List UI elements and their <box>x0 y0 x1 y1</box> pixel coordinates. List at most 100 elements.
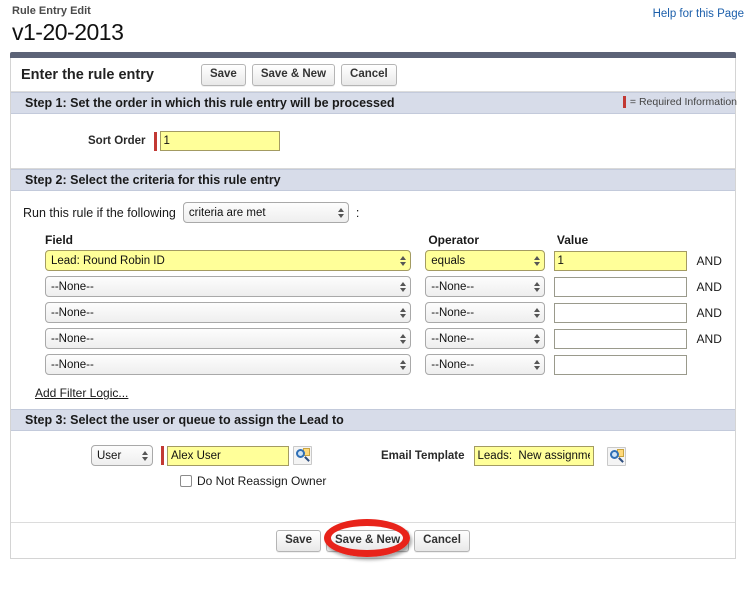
run-rule-colon: : <box>355 205 360 220</box>
criteria-field-value-2: --None-- <box>51 280 94 293</box>
cancel-button-bottom[interactable]: Cancel <box>414 529 470 552</box>
chevron-updown-icon <box>142 450 148 461</box>
column-header-value: Value <box>556 233 589 247</box>
chevron-updown-icon <box>400 359 407 370</box>
add-filter-logic-link[interactable]: Add Filter Logic... <box>35 386 128 400</box>
magnifier-handle-glyph <box>304 456 310 462</box>
criteria-field-value-4: --None-- <box>51 332 94 345</box>
criteria-value-input-4[interactable] <box>553 328 687 349</box>
form-title: Enter the rule entry <box>21 66 154 83</box>
help-for-this-page-link[interactable]: Help for this Page <box>653 8 744 20</box>
chevron-updown-icon <box>400 333 407 344</box>
criteria-value-input-2[interactable] <box>553 276 687 297</box>
assignee-input[interactable] <box>167 445 289 466</box>
save-and-new-button-bottom[interactable]: Save & New <box>325 529 410 552</box>
assignee-required-icon <box>161 446 164 465</box>
criteria-field-value-5: --None-- <box>51 358 94 371</box>
column-header-conjunction <box>696 233 735 247</box>
do-not-reassign-owner-checkbox[interactable] <box>180 475 192 487</box>
criteria-table: Field Operator Value Lead: Round Robin I… <box>11 229 735 375</box>
run-rule-label: Run this rule if the following <box>23 205 176 220</box>
criteria-row: --None-- --None-- <box>45 354 735 375</box>
step2-body: Run this rule if the following criteria … <box>11 191 735 409</box>
chevron-updown-icon <box>533 255 540 266</box>
assignee-type-select[interactable]: User <box>91 445 153 466</box>
criteria-operator-select-3[interactable]: --None-- <box>425 302 545 323</box>
step1-heading: Step 1: Set the order in which this rule… <box>25 96 395 110</box>
run-rule-row: Run this rule if the following criteria … <box>11 191 735 229</box>
magnifier-glyph <box>609 449 619 459</box>
column-header-field: Field <box>45 233 74 247</box>
cancel-button-top[interactable]: Cancel <box>341 63 397 86</box>
criteria-field-select-2[interactable]: --None-- <box>45 276 412 297</box>
criteria-field-select-4[interactable]: --None-- <box>45 328 412 349</box>
sort-order-label: Sort Order <box>88 135 146 147</box>
criteria-operator-select-1[interactable]: equals <box>425 250 545 271</box>
criteria-row: --None-- --None-- AND <box>45 302 735 323</box>
form-footer: Save Save & New Cancel <box>11 518 735 558</box>
sort-order-input[interactable] <box>159 131 280 151</box>
save-button-bottom[interactable]: Save <box>276 529 321 552</box>
criteria-operator-value-5: --None-- <box>431 358 475 371</box>
chevron-updown-icon <box>533 281 540 292</box>
assignee-lookup-icon[interactable] <box>293 446 312 465</box>
chevron-updown-icon <box>533 359 540 370</box>
step1-header: Step 1: Set the order in which this rule… <box>11 92 737 114</box>
page-eyebrow: Rule Entry Edit <box>12 5 91 17</box>
criteria-conjunction-3: AND <box>696 305 722 320</box>
criteria-operator-select-2[interactable]: --None-- <box>425 276 545 297</box>
criteria-conjunction-4: AND <box>696 331 722 346</box>
criteria-field-select-5[interactable]: --None-- <box>45 354 412 375</box>
criteria-mode-select[interactable]: criteria are met <box>182 202 349 223</box>
assignee-line: User <box>91 445 371 466</box>
do-not-reassign-owner-row: Do Not Reassign Owner <box>180 474 371 488</box>
required-marker-icon <box>622 96 626 108</box>
column-header-operator: Operator <box>428 233 479 247</box>
sort-order-required-icon <box>153 131 157 151</box>
criteria-operator-select-5[interactable]: --None-- <box>425 354 545 375</box>
chevron-updown-icon <box>337 207 344 218</box>
toolbar-button-group: Save Save & New Cancel <box>200 63 397 86</box>
chevron-updown-icon <box>400 281 407 292</box>
page-root: Rule Entry Edit v1-20-2013 Help for this… <box>0 0 744 606</box>
criteria-field-value-1: Lead: Round Robin ID <box>51 254 165 267</box>
criteria-row: --None-- --None-- AND <box>45 276 735 297</box>
step3-heading: Step 3: Select the user or queue to assi… <box>25 413 344 427</box>
criteria-mode-value: criteria are met <box>188 206 266 219</box>
criteria-row: Lead: Round Robin ID equals AND <box>45 250 735 271</box>
chevron-updown-icon <box>533 333 540 344</box>
required-information-legend: = Required Information <box>622 96 737 108</box>
criteria-row: --None-- --None-- AND <box>45 328 735 349</box>
criteria-conjunction-2: AND <box>696 279 722 294</box>
criteria-operator-value-2: --None-- <box>431 280 475 293</box>
criteria-field-select-1[interactable]: Lead: Round Robin ID <box>45 250 412 271</box>
criteria-operator-value-1: equals <box>431 254 466 267</box>
step2-heading: Step 2: Select the criteria for this rul… <box>25 173 281 187</box>
chevron-updown-icon <box>400 255 407 266</box>
criteria-field-value-3: --None-- <box>51 306 94 319</box>
email-template-input[interactable] <box>473 446 594 466</box>
email-template-label: Email Template <box>381 450 465 462</box>
criteria-value-input-3[interactable] <box>553 302 687 323</box>
save-button-top[interactable]: Save <box>200 63 246 86</box>
chevron-updown-icon <box>533 307 540 318</box>
save-and-new-button-top[interactable]: Save & New <box>251 63 336 86</box>
form-toolbar: Enter the rule entry Save Save & New Can… <box>11 58 735 92</box>
step1-body: Sort Order <box>11 114 735 168</box>
assignee-type-value: User <box>97 449 122 462</box>
criteria-value-input-1[interactable] <box>553 250 687 271</box>
criteria-value-input-5[interactable] <box>553 354 687 375</box>
do-not-reassign-owner-label: Do Not Reassign Owner <box>197 474 327 488</box>
step3-body: User Do Not Reassign Owner <box>11 431 735 522</box>
criteria-field-select-3[interactable]: --None-- <box>45 302 412 323</box>
email-template-lookup-icon[interactable] <box>606 446 626 466</box>
page-header: Rule Entry Edit v1-20-2013 Help for this… <box>0 0 744 52</box>
footer-button-group: Save Save & New Cancel <box>276 518 470 557</box>
step3-header: Step 3: Select the user or queue to assi… <box>11 409 735 431</box>
criteria-column-headers: Field Operator Value <box>45 233 735 250</box>
magnifier-handle-glyph <box>617 456 624 463</box>
assignment-row: User Do Not Reassign Owner <box>11 431 735 488</box>
criteria-operator-select-4[interactable]: --None-- <box>425 328 545 349</box>
chevron-updown-icon <box>400 307 407 318</box>
email-template-group: Email Template <box>371 445 626 466</box>
